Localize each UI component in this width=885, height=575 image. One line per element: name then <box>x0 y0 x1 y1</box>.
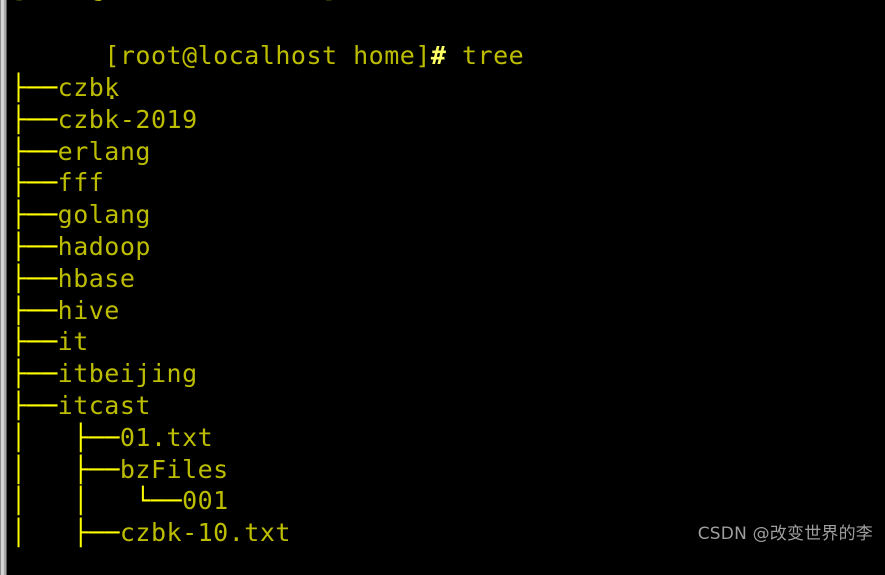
tree-root-line: . <box>11 43 120 105</box>
tree-entry-name[interactable]: hbase <box>58 264 136 293</box>
tree-branch-glyph: ├── <box>11 73 58 102</box>
tree-row: ├──czbk-2019 <box>11 104 198 136</box>
tree-entry-name[interactable]: czbk-10.txt <box>120 518 291 547</box>
tree-row: │ ├──czbk-10.txt <box>11 517 291 549</box>
tree-branch-glyph: ├── <box>11 104 58 134</box>
prompt-line: [root@localhost home]# tree <box>11 8 524 70</box>
tree-branch-glyph: ├── <box>11 391 58 420</box>
tree-entry-name[interactable]: hadoop <box>58 232 151 261</box>
tree-entry-name[interactable]: 001 <box>182 486 229 515</box>
tree-branch-glyph: ├── <box>11 327 58 357</box>
terminal-window[interactable]: [root@localhost home]# [root@localhost h… <box>0 0 885 575</box>
tree-row: ├──hbase <box>11 263 135 295</box>
tree-branch-glyph: ├── <box>11 232 58 261</box>
tree-entry-name[interactable]: hive <box>58 296 120 325</box>
tree-branch-glyph: ├── <box>11 359 58 389</box>
tree-branch-glyph: ├── <box>11 168 58 198</box>
tree-branch-glyph: ├── <box>11 263 58 293</box>
tree-row: ├──czbk <box>11 72 120 104</box>
tree-row: ├──golang <box>11 199 151 231</box>
tree-entry-name[interactable]: itbeijing <box>58 359 198 388</box>
csdn-watermark: CSDN @改变世界的李 <box>675 504 873 564</box>
tree-branch-glyph: │ ├── <box>11 454 120 484</box>
prompt-command: tree <box>446 41 525 70</box>
tree-branch-glyph: ├── <box>11 136 58 166</box>
tree-row: │ │ └──001 <box>11 485 229 517</box>
tree-entry-name[interactable]: fff <box>58 168 105 197</box>
tree-row: ├──it <box>11 326 89 358</box>
tree-branch-glyph: ├── <box>11 295 58 325</box>
tree-entry-name[interactable]: it <box>58 327 89 356</box>
prompt-prefix: [root@localhost home] <box>104 41 431 70</box>
tree-entry-name[interactable]: golang <box>58 200 151 229</box>
tree-entry-name[interactable]: erlang <box>58 137 151 166</box>
tree-entry-name[interactable]: bzFiles <box>120 455 229 484</box>
tree-entry-name[interactable]: czbk-2019 <box>58 105 198 134</box>
tree-row: │ ├──bzFiles <box>11 454 229 486</box>
tree-row: ├──hive <box>11 295 120 327</box>
tree-row: │ ├──01.txt <box>11 422 213 454</box>
tree-entry-name[interactable]: czbk <box>58 73 120 102</box>
tree-row: ├──fff <box>11 167 104 199</box>
tree-row: ├──erlang <box>11 136 151 168</box>
watermark-text: CSDN @改变世界的李 <box>697 524 873 544</box>
tree-row: ├──itbeijing <box>11 358 198 390</box>
tree-branch-glyph: │ ├── <box>11 518 120 548</box>
tree-row: ├──hadoop <box>11 231 151 263</box>
tree-row: ├──itcast <box>11 390 151 422</box>
tree-branch-glyph: │ │ └── <box>11 486 183 516</box>
tree-entry-name[interactable]: itcast <box>58 391 151 420</box>
tree-entry-name[interactable]: 01.txt <box>120 423 213 452</box>
terminal-screen[interactable]: [root@localhost home]# tree . ├──czbk ├──… <box>11 0 885 575</box>
tree-branch-glyph: ├── <box>11 200 58 230</box>
window-left-scrollbar-gutter[interactable] <box>0 0 9 575</box>
prompt-sigil: # <box>430 41 447 70</box>
tree-branch-glyph: │ ├── <box>11 422 120 452</box>
